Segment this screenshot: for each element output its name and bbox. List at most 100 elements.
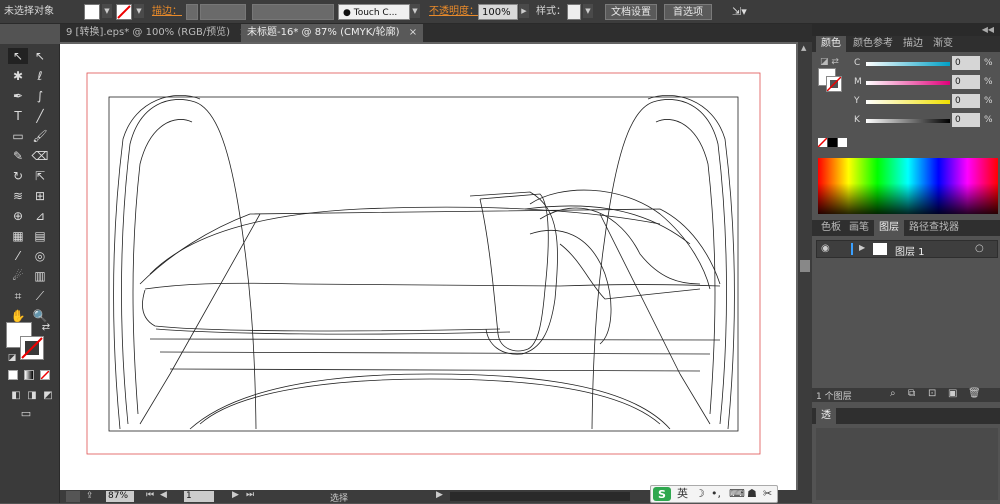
selection-tool-icon[interactable]: ↖ <box>8 48 28 64</box>
share-icon[interactable]: ⇪ <box>86 491 94 501</box>
stroke-dropdown[interactable]: ▼ <box>134 4 144 18</box>
line-tool-icon[interactable]: ╱ <box>30 108 50 124</box>
new-sublayer-icon[interactable]: ⊡ <box>928 388 936 399</box>
slice-tool-icon[interactable]: ⟋ <box>30 288 50 304</box>
page-input[interactable]: 1 <box>184 491 214 502</box>
brush-definition-select[interactable]: ● Touch C... <box>338 4 410 20</box>
tab-layers[interactable]: 图层 <box>874 220 904 236</box>
scroll-thumb[interactable] <box>800 260 810 272</box>
rotate-tool-icon[interactable]: ↻ <box>8 168 28 184</box>
blend-tool-icon[interactable]: ◎ <box>30 248 50 264</box>
draw-inside-icon[interactable]: ◩ <box>38 388 58 404</box>
expand-arrow-icon[interactable]: ▶ <box>859 243 865 252</box>
direct-selection-tool-icon[interactable]: ↖ <box>30 48 50 64</box>
delete-layer-icon[interactable]: 🗑 <box>968 388 981 399</box>
eraser-icon[interactable]: ⌫ <box>30 148 50 164</box>
default-fill-stroke-icon[interactable]: ◪ ⇄ <box>820 57 839 67</box>
zoom-input[interactable]: 87% <box>106 491 134 502</box>
style-dropdown[interactable]: ▼ <box>583 4 593 18</box>
brush-dropdown[interactable]: ▼ <box>410 4 420 18</box>
stroke-weight-stepper[interactable] <box>186 4 198 20</box>
yellow-slider[interactable] <box>866 100 950 104</box>
color-mode-icon[interactable] <box>8 370 18 380</box>
mesh-tool-icon[interactable]: ▦ <box>8 228 28 244</box>
rectangle-tool-icon[interactable]: ▭ <box>8 128 28 144</box>
none-mode-icon[interactable] <box>40 370 50 380</box>
artboard-nav-icon[interactable] <box>66 491 80 502</box>
pencil-icon[interactable]: ✎ <box>8 148 28 164</box>
stroke-swatch[interactable] <box>116 4 132 20</box>
tab-stroke[interactable]: 描边 <box>898 36 928 52</box>
black-slider[interactable] <box>866 119 950 123</box>
tab-transparency[interactable]: 透 <box>816 408 836 424</box>
screen-mode-icon[interactable]: ▭ <box>16 406 36 422</box>
color-spectrum[interactable] <box>818 158 998 214</box>
panel-collapse-icon[interactable]: ◀◀ <box>812 24 1000 36</box>
sogou-logo-icon[interactable]: S <box>653 487 671 501</box>
panel-stroke-box[interactable] <box>826 76 842 92</box>
artboard-tool-icon[interactable]: ⌗ <box>8 288 28 304</box>
swap-fill-stroke-icon[interactable]: ⇄ <box>36 320 56 336</box>
ime-lang-indicator[interactable]: 英 <box>677 486 688 502</box>
pen-tool-icon[interactable]: ✒ <box>8 88 28 104</box>
gradient-tool-icon[interactable]: ▤ <box>30 228 50 244</box>
paintbrush-icon[interactable]: 🖌 <box>30 128 50 144</box>
default-colors-icon[interactable]: ◪ <box>2 350 22 366</box>
tools-icon[interactable]: ✂ <box>763 486 772 502</box>
yellow-value[interactable]: 0 <box>952 94 980 108</box>
magenta-value[interactable]: 0 <box>952 75 980 89</box>
lasso-icon[interactable]: ℓ <box>30 68 50 84</box>
keyboard-icon[interactable]: ⌨ <box>729 486 745 502</box>
previous-page-icon[interactable]: ◀ <box>160 490 167 500</box>
close-icon[interactable]: × <box>409 27 417 38</box>
white-swatch[interactable] <box>838 138 847 147</box>
gradient-mode-icon[interactable] <box>24 370 34 380</box>
artboard[interactable] <box>60 44 796 490</box>
preferences-button[interactable]: 首选项 <box>664 4 712 20</box>
status-menu-arrow[interactable]: ▶ <box>436 490 443 500</box>
free-transform-icon[interactable]: ⊞ <box>30 188 50 204</box>
stroke-weight-input[interactable] <box>200 4 246 20</box>
curvature-tool-icon[interactable]: ∫ <box>30 88 50 104</box>
tab-color-guide[interactable]: 颜色参考 <box>848 36 898 52</box>
variable-width-profile[interactable] <box>252 4 334 20</box>
punctuation-icon[interactable]: •, <box>711 486 721 502</box>
scale-tool-icon[interactable]: ⇱ <box>30 168 50 184</box>
target-icon[interactable]: ○ <box>975 243 984 254</box>
eyedropper-icon[interactable]: ⁄ <box>8 248 28 264</box>
first-page-icon[interactable]: ⏮ <box>146 490 154 500</box>
next-page-icon[interactable]: ▶ <box>232 490 239 500</box>
visibility-eye-icon[interactable]: ◉ <box>821 243 830 254</box>
type-tool-icon[interactable]: T <box>8 108 28 124</box>
locate-object-icon[interactable]: ⌕ <box>890 388 896 399</box>
tab-brushes[interactable]: 画笔 <box>844 220 874 236</box>
shape-builder-icon[interactable]: ⊕ <box>8 208 28 224</box>
black-swatch[interactable] <box>828 138 837 147</box>
magenta-slider[interactable] <box>866 81 950 85</box>
scroll-up-arrow[interactable]: ▲ <box>801 44 809 52</box>
magic-wand-icon[interactable]: ✱ <box>8 68 28 84</box>
opacity-dropdown[interactable]: ▶ <box>519 4 529 18</box>
cyan-slider[interactable] <box>866 62 950 66</box>
black-value[interactable]: 0 <box>952 113 980 127</box>
layer-name[interactable]: 图层 1 <box>895 243 925 258</box>
perspective-grid-icon[interactable]: ⊿ <box>30 208 50 224</box>
symbol-sprayer-icon[interactable]: ☄ <box>8 268 28 284</box>
fill-swatch[interactable] <box>84 4 100 20</box>
none-swatch[interactable] <box>817 137 828 148</box>
arrange-documents-icon[interactable]: ⇲▾ <box>732 4 752 20</box>
canvas-area[interactable] <box>60 42 798 490</box>
stroke-label[interactable]: 描边： <box>152 4 182 20</box>
stroke-color-box[interactable] <box>20 336 44 360</box>
column-graph-icon[interactable]: ▥ <box>30 268 50 284</box>
tab-eps-document[interactable]: 9 [转换].eps* @ 100% (RGB/预览) × <box>60 24 254 42</box>
half-width-icon[interactable]: ☽ <box>695 486 705 502</box>
tab-color[interactable]: 颜色 <box>816 36 846 52</box>
vertical-scrollbar[interactable]: ▲ <box>798 42 812 490</box>
layer-row[interactable]: ◉ ▶ 图层 1 ○ <box>816 240 998 258</box>
new-layer-icon[interactable]: ▣ <box>948 388 957 399</box>
cyan-value[interactable]: 0 <box>952 56 980 70</box>
tab-pathfinder[interactable]: 路径查找器 <box>904 220 964 236</box>
tab-swatches[interactable]: 色板 <box>816 220 846 236</box>
document-setup-button[interactable]: 文档设置 <box>605 4 657 20</box>
